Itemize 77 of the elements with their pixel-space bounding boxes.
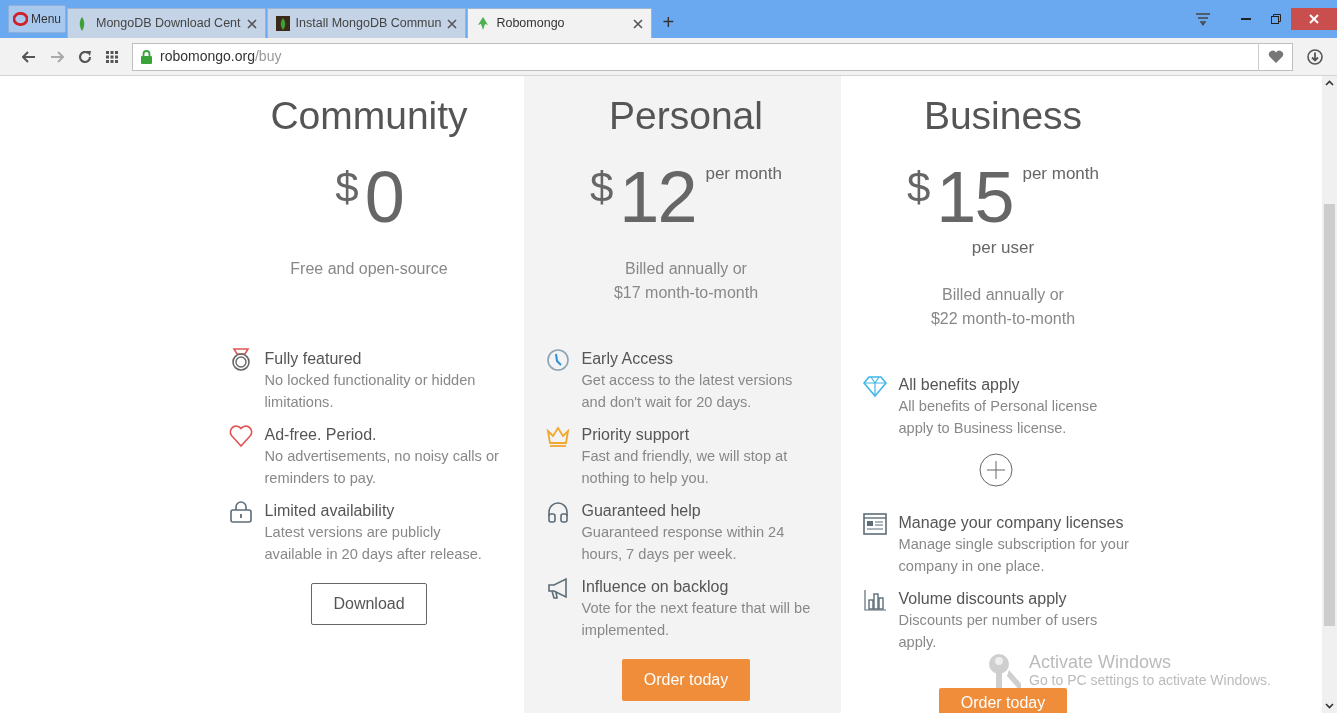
feature-description: Get access to the latest versions and don't wait for 20 days. [581, 371, 794, 412]
minimize-icon[interactable] [1241, 17, 1251, 21]
billing-note: $22 month-to-month [929, 308, 1077, 329]
reload-icon[interactable] [78, 49, 92, 64]
feature-description: Discounts per number of users apply. [898, 610, 1099, 652]
restore-icon[interactable] [1271, 14, 1281, 24]
plus-circle-icon [979, 452, 1013, 487]
download-button[interactable]: Download [311, 583, 427, 625]
feature-description: Fast and friendly, we will stop at nothing to help you. [581, 447, 789, 488]
menu-button[interactable]: Menu [8, 5, 66, 33]
feature-title: Limited availability [264, 501, 396, 521]
leaf-icon [275, 16, 290, 31]
clock-icon [545, 348, 570, 372]
price-amount: 0 [364, 161, 403, 233]
close-button[interactable] [1291, 8, 1337, 30]
crown-icon [545, 424, 570, 448]
price-period: per month [1022, 163, 1099, 185]
address-bar[interactable]: robomongo.org/buy [132, 42, 1293, 71]
filter-menu-icon[interactable] [1195, 12, 1211, 26]
browser-window-icon [862, 511, 887, 536]
grid-icon[interactable] [106, 50, 118, 63]
billing-note: Billed annually or [941, 284, 1065, 305]
feature-description: No locked functionality or hidden limitations. [264, 371, 477, 412]
scroll-up-icon[interactable] [1325, 80, 1334, 86]
billing-note: Free and open-source [289, 259, 449, 279]
new-tab-button[interactable]: + [662, 12, 675, 32]
heart-icon [228, 424, 253, 448]
feature-title: Priority support [581, 425, 691, 445]
feature-description: No advertisements, no noisy calls or reminders to pay. [264, 447, 500, 488]
headphones-icon [545, 500, 570, 524]
feature-title: Ad-free. Period. [264, 425, 378, 445]
price-period: per month [705, 163, 782, 185]
plan-name: Business [922, 96, 1084, 135]
feature-description: Latest versions are publicly available in 20 days after release. [264, 523, 483, 564]
plan-name: Community [269, 96, 469, 135]
feature-description: Manage single subscription for your company in one place. [898, 534, 1130, 576]
heart-icon[interactable] [1267, 49, 1284, 64]
currency-symbol: $ [335, 167, 359, 209]
price-amount: 12 [619, 161, 696, 233]
feature-title: Guaranteed help [581, 501, 702, 521]
scroll-thumb[interactable] [1324, 204, 1335, 626]
activation-title: Activate Windows [1029, 652, 1173, 672]
feature-title: Fully featured [264, 349, 363, 369]
megaphone-icon [545, 576, 570, 600]
scroll-down-icon[interactable] [1325, 703, 1334, 709]
back-icon[interactable] [22, 50, 36, 63]
lock-icon [228, 500, 253, 524]
scrollbar[interactable] [1322, 76, 1337, 713]
rocket-icon [476, 16, 491, 31]
browser-tab[interactable]: Robomongo [467, 8, 653, 38]
close-icon[interactable] [447, 18, 458, 29]
bar-chart-icon [862, 587, 887, 612]
plan-name: Personal [608, 96, 764, 135]
diamond-icon [862, 373, 887, 398]
feature-description: All benefits of Personal license apply to Business license. [898, 396, 1099, 438]
price-unit: per user [970, 237, 1036, 259]
download-icon[interactable] [1307, 48, 1323, 65]
price-amount: 15 [936, 161, 1013, 233]
feature-description: Vote for the next feature that will be implemented. [581, 599, 812, 640]
lock-icon [141, 49, 152, 64]
feature-title: Volume discounts apply [898, 588, 1068, 609]
browser-tab[interactable]: Install MongoDB Commun [266, 8, 467, 38]
currency-symbol: $ [590, 167, 614, 209]
close-icon[interactable] [633, 18, 644, 29]
ring-logo-icon [13, 12, 28, 26]
feature-title: Influence on backlog [581, 577, 730, 597]
billing-note: Billed annually or [624, 259, 748, 279]
close-icon[interactable] [246, 18, 257, 29]
feature-title: All benefits apply [898, 374, 1021, 395]
feature-description: Guaranteed response within 24 hours, 7 days per week. [581, 523, 786, 564]
feature-title: Early Access [581, 349, 675, 369]
close-icon [1309, 14, 1319, 24]
activation-message: Go to PC settings to activate Windows. [1029, 672, 1271, 688]
feature-title: Manage your company licenses [898, 512, 1125, 533]
browser-tab[interactable]: MongoDB Download Cent [67, 8, 266, 38]
currency-symbol: $ [907, 167, 931, 209]
billing-note: $17 month-to-month [612, 283, 760, 303]
